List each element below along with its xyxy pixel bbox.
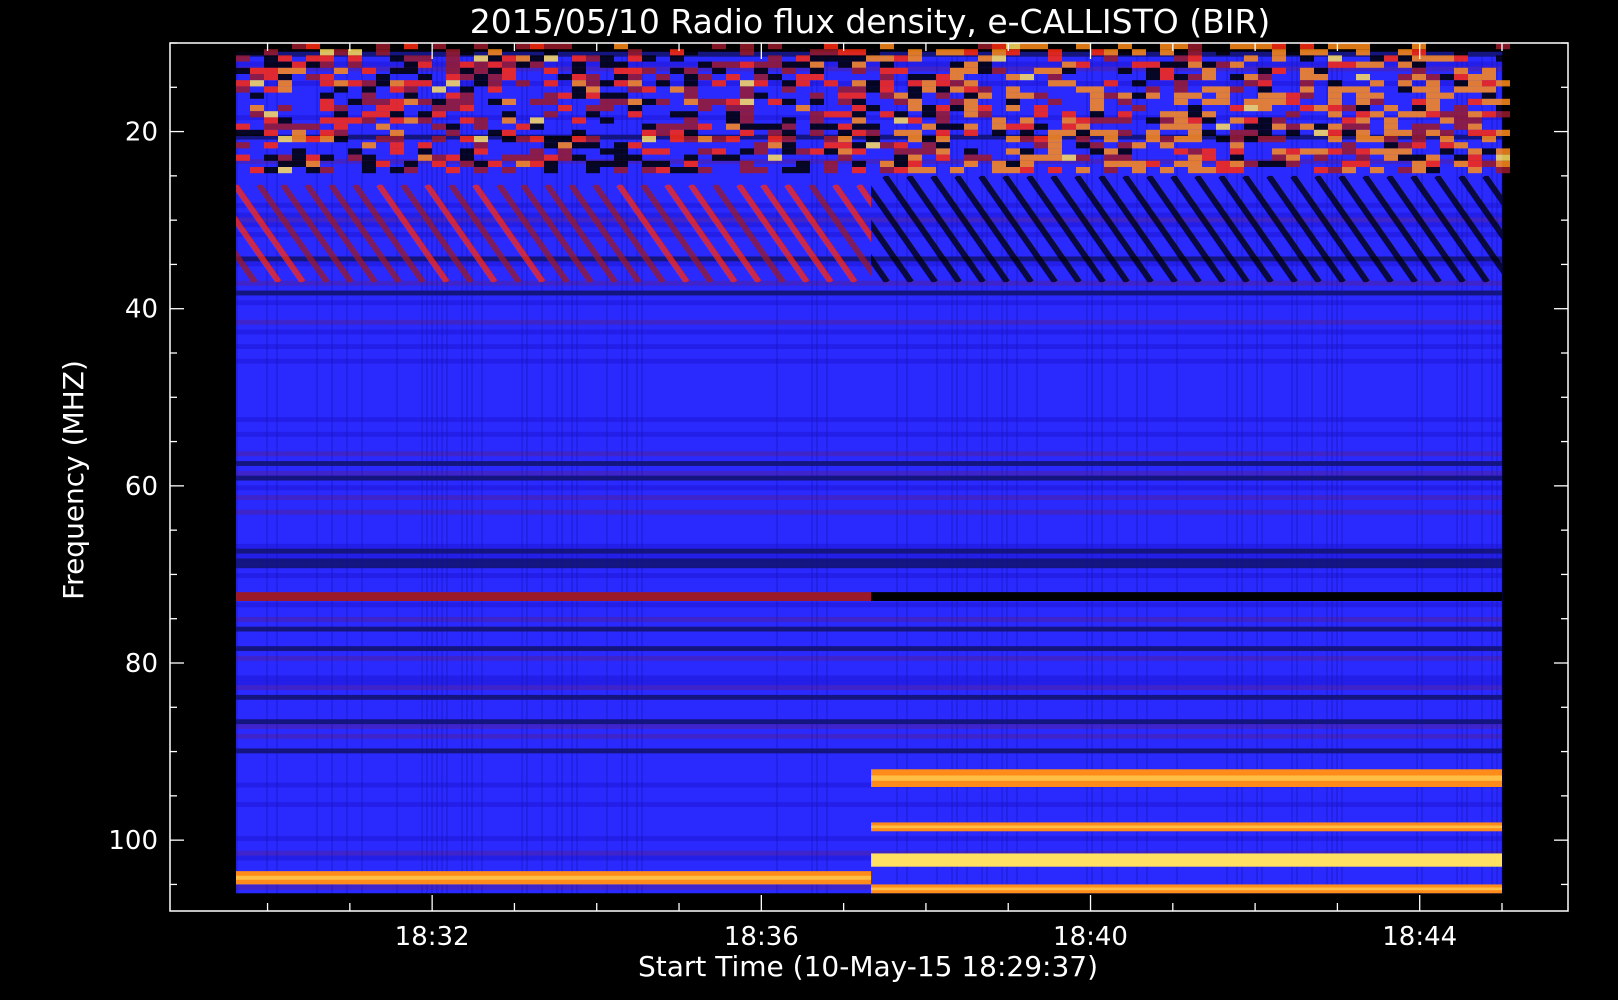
- x-tick-label: 18:44: [1382, 922, 1457, 952]
- heatmap-streak: [1456, 51, 1458, 894]
- chart-title: 2015/05/10 Radio flux density, e-CALLIST…: [470, 2, 1271, 41]
- heatmap-streak: [466, 51, 468, 894]
- heatmap-streak: [951, 51, 953, 894]
- heatmap-streak: [471, 51, 473, 894]
- heatmap-streak: [576, 51, 578, 894]
- heatmap-streak: [526, 51, 528, 894]
- heatmap-streak: [1336, 51, 1338, 894]
- heatmap-streak: [461, 51, 463, 894]
- x-axis-label: Start Time (10-May-15 18:29:37): [638, 950, 1098, 983]
- heatmap-streak: [571, 51, 573, 894]
- heatmap-band: [871, 853, 1502, 867]
- heatmap-band: [871, 822, 1502, 832]
- y-tick-label: 80: [125, 649, 158, 679]
- heatmap-streak: [1256, 51, 1258, 894]
- heatmap-band: [871, 884, 1502, 894]
- heatmap-streak: [1496, 51, 1498, 894]
- heatmap-streak: [556, 51, 558, 894]
- heatmap-streak: [1421, 51, 1423, 894]
- heatmap-streak: [361, 51, 363, 894]
- heatmap-streak: [816, 51, 818, 894]
- heatmap-streak: [1036, 51, 1038, 894]
- heatmap-streak: [986, 51, 988, 894]
- heatmap-streak: [396, 51, 398, 894]
- heatmap-streak: [316, 51, 318, 894]
- heatmap-streak: [426, 51, 428, 894]
- heatmap-streak: [266, 51, 268, 894]
- heatmap-streak: [446, 51, 448, 894]
- heatmap-streak: [1466, 51, 1468, 894]
- heatmap-streak: [1086, 51, 1088, 894]
- heatmap-streak: [621, 51, 623, 894]
- heatmap-streak: [1331, 51, 1333, 894]
- heatmap-streak: [561, 51, 563, 894]
- heatmap-streak: [641, 51, 643, 894]
- y-tick-label: 60: [125, 472, 158, 502]
- heatmap-area: [236, 43, 1510, 894]
- heatmap-streak: [896, 51, 898, 894]
- heatmap-band: [236, 592, 872, 601]
- heatmap-band: [871, 592, 1502, 601]
- heatmap-streak: [441, 51, 443, 894]
- heatmap-streak: [1226, 51, 1228, 894]
- heatmap-streak: [826, 51, 828, 894]
- heatmap-streak: [1491, 51, 1493, 894]
- heatmap-streak: [331, 51, 333, 894]
- heatmap-band: [871, 769, 1502, 787]
- heatmap-streak: [276, 51, 278, 894]
- heatmap-streak: [346, 51, 348, 894]
- y-axis-label: Frequency (MHZ): [57, 360, 90, 600]
- heatmap-streak: [1501, 51, 1503, 894]
- heatmap-streak: [1091, 51, 1093, 894]
- heatmap-streak: [236, 51, 238, 894]
- heatmap-streak: [1236, 51, 1238, 894]
- heatmap-streak: [1136, 51, 1138, 894]
- heatmap-streak: [606, 51, 608, 894]
- heatmap-streak: [1326, 51, 1328, 894]
- heatmap-streak: [1116, 51, 1118, 894]
- y-tick-label: 100: [108, 826, 158, 856]
- x-tick-label: 18:36: [724, 922, 799, 952]
- heatmap-streak: [966, 51, 968, 894]
- spectrogram-chart: 2015/05/10 Radio flux density, e-CALLIST…: [0, 0, 1618, 1000]
- heatmap-streak: [541, 51, 543, 894]
- heatmap-streak: [481, 51, 483, 894]
- y-tick-label: 40: [125, 295, 158, 325]
- heatmap-streak: [1261, 51, 1263, 894]
- heatmap-streak: [636, 51, 638, 894]
- x-tick-label: 18:40: [1053, 922, 1128, 952]
- heatmap-streak: [1311, 51, 1313, 894]
- heatmap-streak: [421, 51, 423, 894]
- x-tick-label: 18:32: [395, 922, 470, 952]
- heatmap-streak: [626, 51, 628, 894]
- heatmap-streak: [1016, 51, 1018, 894]
- heatmap-streak: [776, 51, 778, 894]
- heatmap-streak: [521, 51, 523, 894]
- y-tick-label: 20: [125, 118, 158, 148]
- heatmap-band: [236, 871, 872, 885]
- heatmap-streak: [811, 51, 813, 894]
- heatmap-streak: [431, 51, 433, 894]
- heatmap-streak: [436, 51, 438, 894]
